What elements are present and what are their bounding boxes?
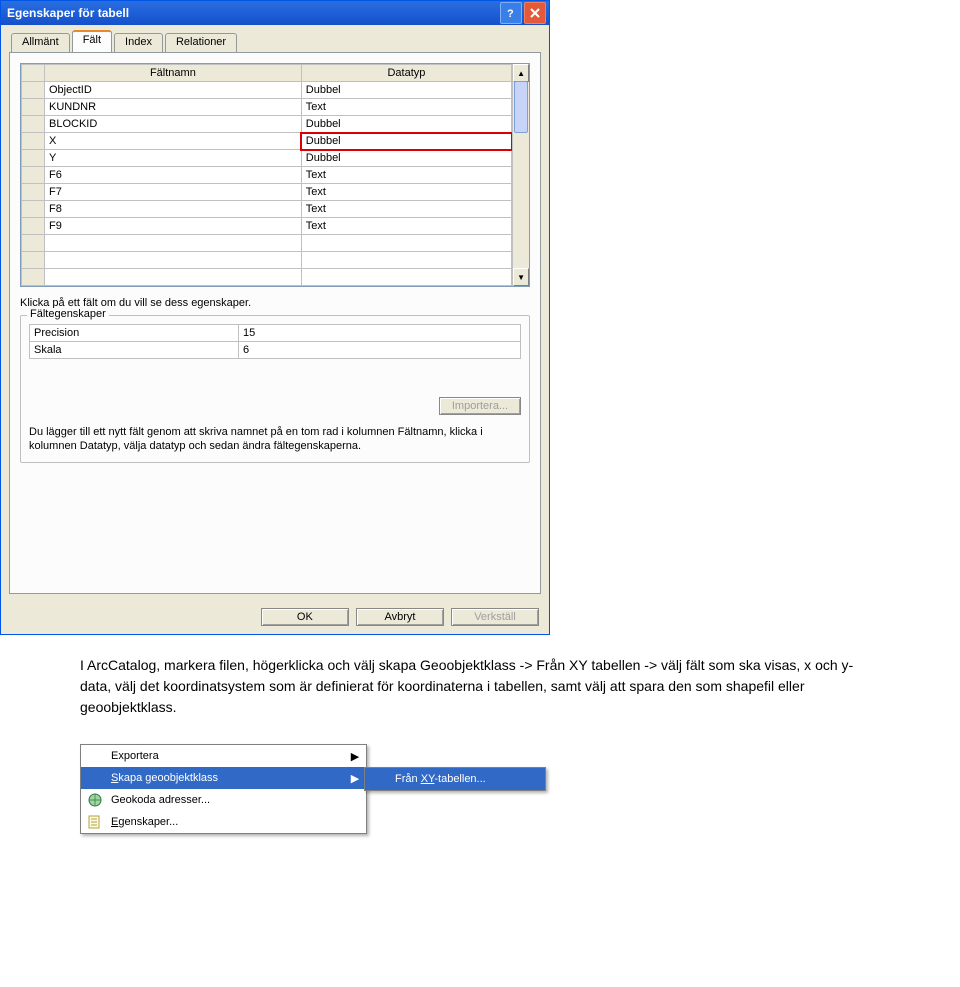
tab-allmant[interactable]: Allmänt [11,33,70,53]
field-name-cell[interactable]: F7 [45,184,302,201]
menu-item-exportera[interactable]: Exportera ▶ [81,745,366,767]
svg-text:?: ? [507,8,514,19]
submenu-arrow-icon: ▶ [350,772,360,785]
blank-icon [85,747,105,765]
field-type-cell[interactable]: Dubbel [301,116,511,133]
field-type-cell[interactable] [301,269,511,286]
row-header[interactable] [22,150,45,167]
submenu-item-fran-xy[interactable]: Från XY-tabellen... [365,768,545,790]
tab-falt[interactable]: Fält [72,30,112,52]
prop-value[interactable]: 6 [239,342,521,359]
ok-button[interactable]: OK [261,608,349,626]
field-grid[interactable]: Fältnamn Datatyp ObjectIDDubbel KUNDNRTe… [20,63,530,287]
row-header[interactable] [22,252,45,269]
field-type-cell[interactable]: Text [301,99,511,116]
submenu-arrow-icon: ▶ [350,750,360,763]
row-header[interactable] [22,184,45,201]
tab-relationer[interactable]: Relationer [165,33,237,53]
import-button[interactable]: Importera... [439,397,521,415]
menu-item-geokoda[interactable]: Geokoda adresser... [81,789,366,811]
field-name-cell[interactable]: F9 [45,218,302,235]
field-name-cell[interactable]: ObjectID [45,82,302,99]
col-datatype[interactable]: Datatyp [301,65,511,82]
blank-icon [369,770,389,788]
field-name-cell[interactable]: Y [45,150,302,167]
field-type-cell[interactable]: Text [301,201,511,218]
row-header[interactable] [22,99,45,116]
field-name-cell[interactable] [45,252,302,269]
field-name-cell[interactable]: F8 [45,201,302,218]
field-name-cell[interactable]: KUNDNR [45,99,302,116]
row-header[interactable] [22,201,45,218]
field-name-cell[interactable] [45,269,302,286]
cancel-button[interactable]: Avbryt [356,608,444,626]
dialog-buttons: OK Avbryt Verkställ [1,602,549,634]
field-name-cell[interactable] [45,235,302,252]
row-header[interactable] [22,167,45,184]
blank-icon [85,769,105,787]
help-button[interactable]: ? [500,2,522,24]
menu-item-skapa-geoobjektklass[interactable]: Skapa geoobjektklass ▶ [81,767,366,789]
field-type-cell[interactable]: Text [301,184,511,201]
menu-label: Egenskaper... [111,816,360,828]
tabs: Allmänt Fält Index Relationer [11,31,541,52]
field-name-cell[interactable]: BLOCKID [45,116,302,133]
menu-label: Exportera [111,750,350,762]
prop-value[interactable]: 15 [239,325,521,342]
apply-button[interactable]: Verkställ [451,608,539,626]
close-button[interactable] [524,2,546,24]
row-header[interactable] [22,269,45,286]
titlebar[interactable]: Egenskaper för tabell ? [1,1,549,25]
properties-dialog: Egenskaper för tabell ? Allmänt Fält Ind… [0,0,550,635]
field-type-cell[interactable] [301,235,511,252]
menu-item-egenskaper[interactable]: Egenskaper... [81,811,366,833]
globe-icon [85,791,105,809]
context-menu[interactable]: Exportera ▶ Skapa geoobjektklass ▶ Geoko… [80,744,367,834]
row-header[interactable] [22,133,45,150]
menu-label: Skapa geoobjektklass [111,772,350,784]
field-type-cell[interactable]: Text [301,167,511,184]
corner-header [22,65,45,82]
row-header[interactable] [22,218,45,235]
scroll-down-button[interactable]: ▼ [513,268,529,286]
row-header[interactable] [22,235,45,252]
row-header[interactable] [22,116,45,133]
prop-label[interactable]: Precision [30,325,239,342]
field-type-cell-highlight[interactable]: Dubbel [301,133,511,150]
grid-scrollbar[interactable]: ▲ ▼ [512,64,529,286]
scroll-up-button[interactable]: ▲ [513,64,529,82]
field-name-cell[interactable]: F6 [45,167,302,184]
help-text: Du lägger till ett nytt fält genom att s… [29,425,521,454]
tab-panel: Fältnamn Datatyp ObjectIDDubbel KUNDNRTe… [9,52,541,594]
prop-label[interactable]: Skala [30,342,239,359]
scroll-thumb[interactable] [514,81,528,133]
fieldset-legend: Fältegenskaper [27,308,109,320]
field-type-cell[interactable]: Dubbel [301,150,511,167]
menu-label: Geokoda adresser... [111,794,360,806]
field-type-cell[interactable]: Text [301,218,511,235]
window-title: Egenskaper för tabell [7,6,129,20]
tab-index[interactable]: Index [114,33,163,53]
menu-label: Från XY-tabellen... [395,773,539,785]
col-fieldname[interactable]: Fältnamn [45,65,302,82]
properties-table[interactable]: Precision 15 Skala 6 [29,324,521,359]
field-name-cell[interactable]: X [45,133,302,150]
field-type-cell[interactable] [301,252,511,269]
submenu[interactable]: Från XY-tabellen... [364,767,546,791]
document-paragraph: I ArcCatalog, markera filen, högerklicka… [80,655,860,718]
sheet-icon [85,813,105,831]
field-properties-group: Fältegenskaper Precision 15 Skala 6 Impo… [20,315,530,463]
field-type-cell[interactable]: Dubbel [301,82,511,99]
row-header[interactable] [22,82,45,99]
